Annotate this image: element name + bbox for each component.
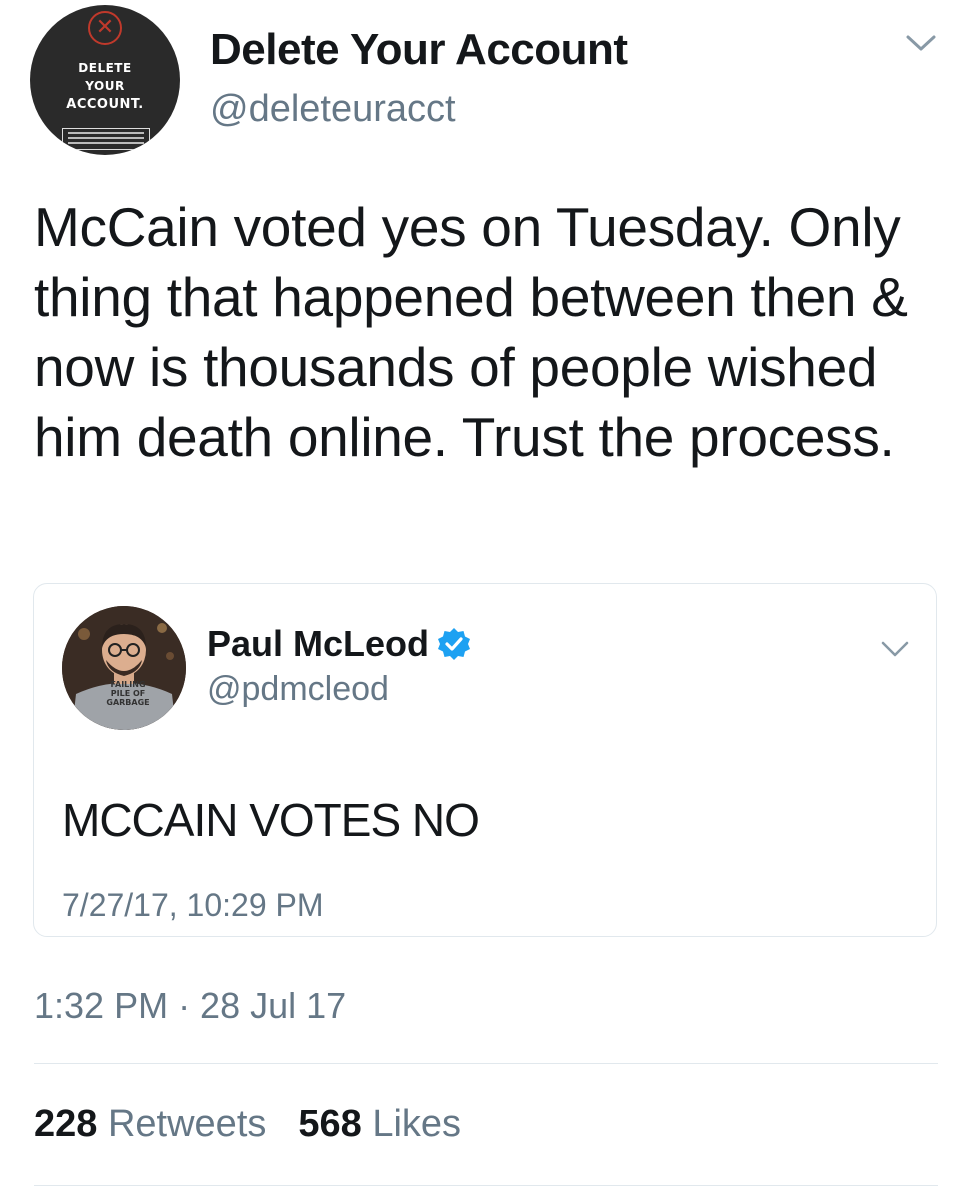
quoted-tweet-timestamp: 7/27/17, 10:29 PM [62, 887, 324, 923]
verified-badge-icon [438, 628, 470, 660]
quoted-author-name[interactable]: Paul McLeod [207, 623, 429, 665]
retweets-count: 228 [34, 1103, 98, 1145]
avatar-logo-line2: YOUR [85, 79, 125, 93]
quoted-tweet-text: MCCAIN VOTES NO [62, 794, 480, 846]
chevron-down-icon[interactable] [880, 638, 910, 660]
tweet-text: McCain voted yes on Tuesday. Only thing … [34, 196, 908, 468]
avatar-hosts-plate [62, 128, 150, 150]
avatar-logo-line3: ACCOUNT. [66, 97, 144, 112]
tweet-stats: 228 Retweets 568 Likes [34, 1103, 461, 1146]
quoted-avatar-photo [62, 606, 186, 730]
avatar-logo-line1: DELETE [78, 61, 132, 75]
likes-label: Likes [372, 1103, 462, 1145]
logo-x-icon: ✕ [88, 11, 122, 45]
author-avatar[interactable]: ✕ DELETE YOUR ACCOUNT. [30, 5, 180, 155]
divider [34, 1063, 938, 1064]
retweets-label: Retweets [107, 1103, 267, 1145]
divider [34, 1185, 938, 1186]
shirt-text-line1: FAILING [110, 680, 146, 689]
author-handle[interactable]: @deleteuracct [210, 88, 456, 131]
retweets-stat[interactable]: 228 Retweets [34, 1103, 266, 1145]
quoted-author-avatar[interactable]: FAILING PILE OF GARBAGE [62, 606, 186, 730]
tweet-timestamp[interactable]: 1:32 PM · 28 Jul 17 [34, 985, 346, 1027]
shirt-text-line3: GARBAGE [106, 698, 150, 707]
likes-count: 568 [298, 1103, 362, 1145]
shirt-text-line2: PILE OF [110, 689, 146, 698]
author-display-name[interactable]: Delete Your Account [210, 25, 628, 75]
likes-stat[interactable]: 568 Likes [298, 1103, 461, 1145]
quoted-author-handle[interactable]: @pdmcleod [207, 670, 389, 709]
chevron-down-icon[interactable] [904, 30, 938, 56]
